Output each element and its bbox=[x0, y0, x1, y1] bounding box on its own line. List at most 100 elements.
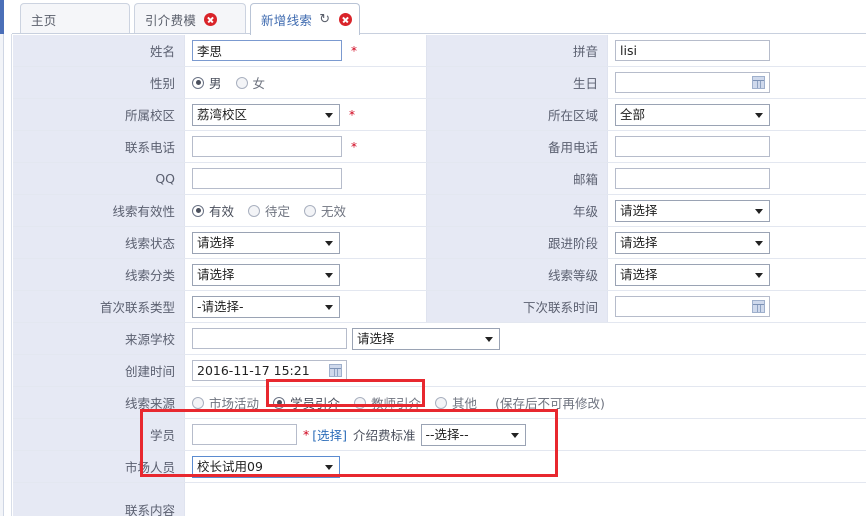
name-input[interactable] bbox=[192, 40, 342, 61]
radio-icon bbox=[192, 204, 204, 217]
label-region: 所在区域 bbox=[426, 99, 608, 130]
label-contact-content: 联系内容 bbox=[13, 483, 185, 516]
tab-new-lead-label: 新增线索 bbox=[261, 13, 313, 28]
tab-referral-fee-label: 引介费模 bbox=[145, 12, 197, 28]
category-select[interactable]: 请选择 bbox=[192, 263, 340, 286]
backup-phone-input[interactable] bbox=[615, 136, 770, 157]
grade-select-wrap: 请选择 bbox=[615, 199, 770, 222]
label-campus: 所属校区 bbox=[13, 99, 185, 130]
form-row-contact-content: 联系内容 bbox=[13, 483, 866, 516]
label-qq: QQ bbox=[13, 163, 185, 194]
form-row-create-time: 创建时间 bbox=[13, 355, 866, 387]
form-row-validity: 线索有效性 有效 待定 无效 年级 请选择 bbox=[13, 195, 866, 227]
label-level: 线索等级 bbox=[426, 259, 608, 290]
required-marker: * bbox=[303, 427, 310, 442]
source-school-input[interactable] bbox=[192, 328, 347, 349]
label-grade: 年级 bbox=[426, 195, 608, 226]
level-select-wrap: 请选择 bbox=[615, 263, 770, 286]
lead-source-option-teacher-label: 教师引介 bbox=[371, 396, 422, 411]
form-row-gender: 性别 男 女 生日 bbox=[13, 67, 866, 99]
qq-input[interactable] bbox=[192, 168, 342, 189]
phone-input[interactable] bbox=[192, 136, 342, 157]
grade-select[interactable]: 请选择 bbox=[615, 199, 770, 222]
validity-option-invalid-label: 无效 bbox=[321, 204, 347, 219]
lead-source-option-other[interactable]: 其他 bbox=[435, 393, 477, 412]
contact-content-field[interactable] bbox=[185, 483, 866, 516]
student-input[interactable] bbox=[192, 424, 297, 445]
validity-option-valid[interactable]: 有效 bbox=[192, 201, 234, 220]
close-icon[interactable] bbox=[339, 13, 353, 26]
student-pick-link[interactable]: [选择] bbox=[312, 425, 347, 444]
source-school-select[interactable]: 请选择 bbox=[352, 327, 500, 350]
label-birthday: 生日 bbox=[426, 67, 608, 98]
campus-select-wrap: 荔湾校区 bbox=[192, 103, 340, 126]
tab-home[interactable]: 主页 bbox=[20, 3, 130, 34]
radio-icon bbox=[273, 396, 286, 409]
validity-option-pending[interactable]: 待定 bbox=[248, 201, 290, 220]
pinyin-input[interactable] bbox=[615, 40, 770, 61]
follow-stage-select[interactable]: 请选择 bbox=[615, 231, 770, 254]
form-row-name: 姓名 * 拼音 bbox=[13, 35, 866, 67]
label-lead-source: 线索来源 bbox=[13, 387, 185, 418]
tab-bar: 主页 引介费模 新增线索 ↻ bbox=[12, 0, 866, 35]
lead-form: 姓名 * 拼音 性别 bbox=[13, 35, 866, 516]
gender-option-male[interactable]: 男 bbox=[192, 73, 222, 92]
required-marker: * bbox=[351, 139, 357, 154]
gender-option-female[interactable]: 女 bbox=[235, 73, 265, 92]
refresh-icon[interactable]: ↻ bbox=[319, 13, 331, 26]
radio-icon bbox=[435, 396, 448, 409]
market-staff-select[interactable]: 校长试用09 bbox=[192, 455, 340, 478]
first-contact-type-select-wrap: -请选择- bbox=[192, 295, 340, 318]
calendar-icon[interactable] bbox=[752, 75, 765, 89]
validity-option-invalid[interactable]: 无效 bbox=[304, 201, 346, 220]
label-status: 线索状态 bbox=[13, 227, 185, 258]
market-staff-select-wrap: 校长试用09 bbox=[192, 455, 340, 478]
follow-stage-select-wrap: 请选择 bbox=[615, 231, 770, 254]
form-row-qq: QQ 邮箱 bbox=[13, 163, 866, 195]
label-create-time: 创建时间 bbox=[13, 355, 185, 386]
referral-fee-select[interactable]: --选择-- bbox=[420, 423, 526, 446]
create-time-wrap bbox=[192, 360, 347, 381]
form-row-source-school: 来源学校 请选择 bbox=[13, 323, 866, 355]
source-school-select-wrap: 请选择 bbox=[352, 327, 500, 350]
lead-source-note: (保存后不可再修改) bbox=[495, 396, 605, 411]
calendar-icon[interactable] bbox=[752, 299, 765, 313]
lead-source-option-other-label: 其他 bbox=[452, 396, 478, 411]
radio-icon bbox=[248, 204, 261, 217]
form-row-first-contact: 首次联系类型 -请选择- 下次联系时间 bbox=[13, 291, 866, 323]
status-select[interactable]: 请选择 bbox=[192, 231, 340, 254]
level-select[interactable]: 请选择 bbox=[615, 263, 770, 286]
lead-create-window: 主页 引介费模 新增线索 ↻ 姓名 * bbox=[0, 0, 866, 516]
tab-new-lead[interactable]: 新增线索 ↻ bbox=[250, 3, 360, 35]
left-rail bbox=[0, 34, 4, 516]
create-time-input[interactable] bbox=[192, 360, 347, 381]
label-next-contact-time: 下次联系时间 bbox=[426, 291, 608, 322]
form-row-lead-source: 线索来源 市场活动 学员引介 教师引介 其他 (保存后不可再修改) bbox=[13, 387, 866, 419]
calendar-icon[interactable] bbox=[329, 363, 342, 377]
label-backup-phone: 备用电话 bbox=[426, 131, 608, 162]
birthday-input[interactable] bbox=[615, 72, 770, 93]
validity-option-valid-label: 有效 bbox=[209, 204, 235, 219]
form-row-student: 学员 * [选择] 介绍费标准 --选择-- bbox=[13, 419, 866, 451]
tab-referral-fee[interactable]: 引介费模 bbox=[134, 3, 246, 34]
label-student: 学员 bbox=[13, 419, 185, 450]
close-icon[interactable] bbox=[204, 12, 218, 26]
validity-radio-group: 有效 待定 无效 bbox=[192, 201, 360, 220]
lead-source-option-teacher[interactable]: 教师引介 bbox=[354, 393, 421, 412]
campus-select[interactable]: 荔湾校区 bbox=[192, 103, 340, 126]
form-row-status: 线索状态 请选择 跟进阶段 请选择 bbox=[13, 227, 866, 259]
lead-source-option-student[interactable]: 学员引介 bbox=[273, 393, 340, 412]
lead-source-option-market[interactable]: 市场活动 bbox=[192, 393, 259, 412]
label-follow-stage: 跟进阶段 bbox=[426, 227, 608, 258]
first-contact-type-select[interactable]: -请选择- bbox=[192, 295, 340, 318]
status-select-wrap: 请选择 bbox=[192, 231, 340, 254]
email-input[interactable] bbox=[615, 168, 770, 189]
radio-icon bbox=[354, 396, 367, 409]
region-select-wrap: 全部 bbox=[615, 103, 770, 126]
next-contact-time-input[interactable] bbox=[615, 296, 770, 317]
region-select[interactable]: 全部 bbox=[615, 103, 770, 126]
form-row-campus: 所属校区 荔湾校区 * 所在区域 全部 bbox=[13, 99, 866, 131]
category-select-wrap: 请选择 bbox=[192, 263, 340, 286]
referral-fee-select-wrap: --选择-- bbox=[420, 423, 526, 446]
tab-bar-underline bbox=[12, 33, 866, 34]
